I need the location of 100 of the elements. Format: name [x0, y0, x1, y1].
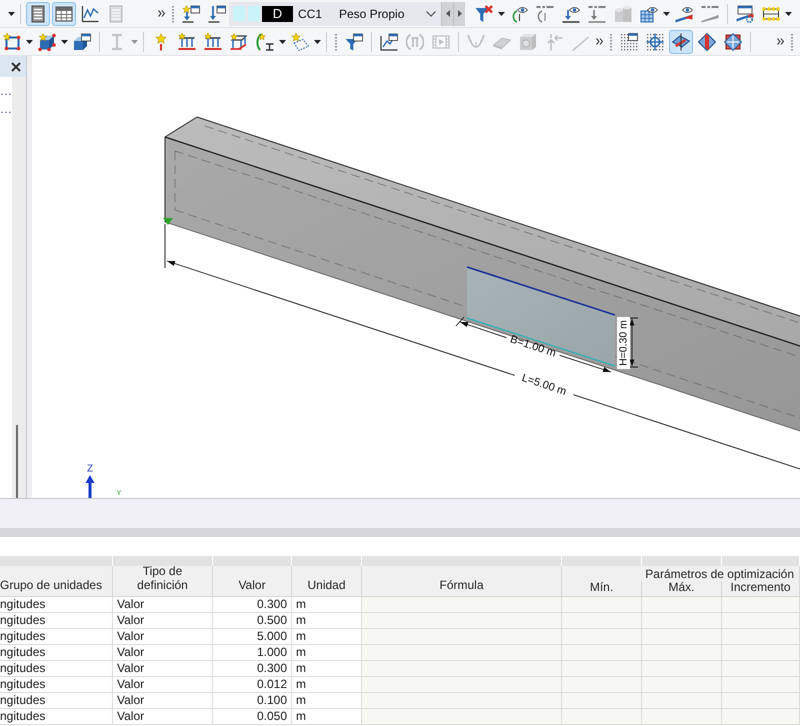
axis-label: Z: [86, 464, 94, 474]
document-icon: [107, 4, 125, 22]
caret-icon[interactable]: [26, 40, 33, 44]
table-cell: ngitudes: [0, 613, 113, 629]
table-cell: 5.000: [213, 629, 292, 645]
dashes-arc-icon: [536, 4, 554, 22]
chart-window-icon: [380, 32, 398, 50]
double-chevron-icon[interactable]: [596, 38, 603, 45]
z-axis-arrow: [86, 475, 94, 498]
column-header[interactable]: Grupo de unidades: [0, 566, 113, 597]
caret-right-icon: [458, 10, 462, 17]
next-button[interactable]: [453, 2, 465, 26]
dimension-label: B=1.00 m: [508, 333, 558, 360]
table-cell: m: [292, 613, 362, 629]
table-cell: 0.050: [213, 709, 292, 725]
chevron-down-icon: [426, 10, 436, 16]
table-cell: Valor: [113, 597, 213, 613]
caret-icon[interactable]: [8, 12, 15, 16]
box-nodes-icon: [38, 32, 56, 50]
close-icon[interactable]: [11, 62, 21, 72]
dashes-slope-icon: [701, 4, 719, 22]
toggle-button[interactable]: [669, 30, 693, 54]
eye-slope-icon: [675, 4, 693, 22]
cube-icon: [519, 32, 537, 50]
caret-icon[interactable]: [279, 40, 286, 44]
table-cell: Valor: [113, 613, 213, 629]
support-icon: [163, 218, 173, 225]
table-cell: ngitudes: [0, 693, 113, 709]
grid-window-icon: [620, 32, 638, 50]
table-cell: ngitudes: [0, 709, 113, 725]
column-header[interactable]: Tipo de definición: [113, 566, 213, 597]
table-cell: ngitudes: [0, 629, 113, 645]
header-band-cell: [292, 556, 362, 566]
caret-icon[interactable]: [663, 12, 670, 16]
table-cell: 0.300: [213, 661, 292, 677]
line-chart-icon: [81, 4, 99, 22]
table-cell: Valor: [113, 677, 213, 693]
toggle-button[interactable]: [52, 2, 76, 26]
table-cell: ngitudes: [0, 645, 113, 661]
caret-icon[interactable]: [785, 12, 792, 16]
column-header[interactable]: Mín.: [562, 581, 642, 597]
column-header[interactable]: Incremento: [722, 581, 800, 597]
table-cell: m: [292, 693, 362, 709]
table-cell: 0.300: [213, 597, 292, 613]
table-cell: ngitudes: [0, 597, 113, 613]
color-swatch-icon: [248, 6, 260, 21]
table-cell: ngitudes: [0, 661, 113, 677]
table-cell: 1.000: [213, 645, 292, 661]
color-swatch-icon: [233, 6, 245, 21]
eye-arrow-icon: [510, 4, 528, 22]
load-case-number: CC1: [298, 6, 322, 20]
column-header[interactable]: Fórmula: [362, 566, 562, 597]
eye-arrow-down-icon: [562, 4, 580, 22]
grid-eye-icon: [640, 4, 658, 22]
curved-member-icon: [256, 32, 274, 50]
support-icon: [178, 32, 196, 50]
film-icon: [432, 32, 450, 50]
column-header[interactable]: Unidad: [292, 566, 362, 597]
filter-cross-icon: [475, 4, 493, 22]
bracket-icon: [406, 32, 424, 50]
dimension-label: L=5.00 m: [520, 372, 568, 398]
cylinders-icon: [614, 4, 632, 22]
table-cell: m: [292, 597, 362, 613]
window-arrow-icon: [182, 4, 200, 22]
load-type-code: D: [262, 6, 293, 22]
frame-support-icon: [230, 32, 248, 50]
load-case-dropdown[interactable]: Peso Propio: [335, 2, 441, 26]
document-list-icon: [29, 4, 47, 22]
caret-icon[interactable]: [61, 40, 68, 44]
table-cell: m: [292, 709, 362, 725]
table-cell: Valor: [113, 709, 213, 725]
tree-item[interactable]: …: [0, 100, 12, 118]
surface-star-icon: [291, 32, 309, 50]
plane-cross-icon: [724, 32, 742, 50]
crosshair-icon: [646, 32, 664, 50]
arrows-icon: [545, 32, 563, 50]
box-window-icon: [73, 32, 91, 50]
caret-left-icon: [446, 10, 450, 17]
plane-section-icon: [698, 32, 716, 50]
curve-icon: [467, 32, 485, 50]
table-cell: m: [292, 645, 362, 661]
table-cell: Valor: [113, 693, 213, 709]
column-header[interactable]: Valor: [213, 566, 292, 597]
double-chevron-icon[interactable]: [158, 10, 165, 17]
double-chevron-icon[interactable]: [777, 38, 784, 45]
table-cell: m: [292, 629, 362, 645]
plane-axes-icon: [672, 32, 690, 50]
table-cell: m: [292, 661, 362, 677]
previous-button[interactable]: [441, 2, 453, 26]
dimension-label: H=0.30 m: [617, 317, 630, 369]
caret-icon[interactable]: [314, 40, 321, 44]
column-header[interactable]: Máx.: [642, 581, 722, 597]
tree-item[interactable]: …: [0, 82, 12, 100]
scrollbar-thumb[interactable]: [16, 425, 18, 498]
caret-icon[interactable]: [498, 12, 505, 16]
frame-nodes-icon: [3, 32, 21, 50]
table-cell: 0.012: [213, 677, 292, 693]
support-icon: [204, 32, 222, 50]
table-icon: [55, 4, 73, 22]
toggle-button[interactable]: [26, 2, 50, 26]
